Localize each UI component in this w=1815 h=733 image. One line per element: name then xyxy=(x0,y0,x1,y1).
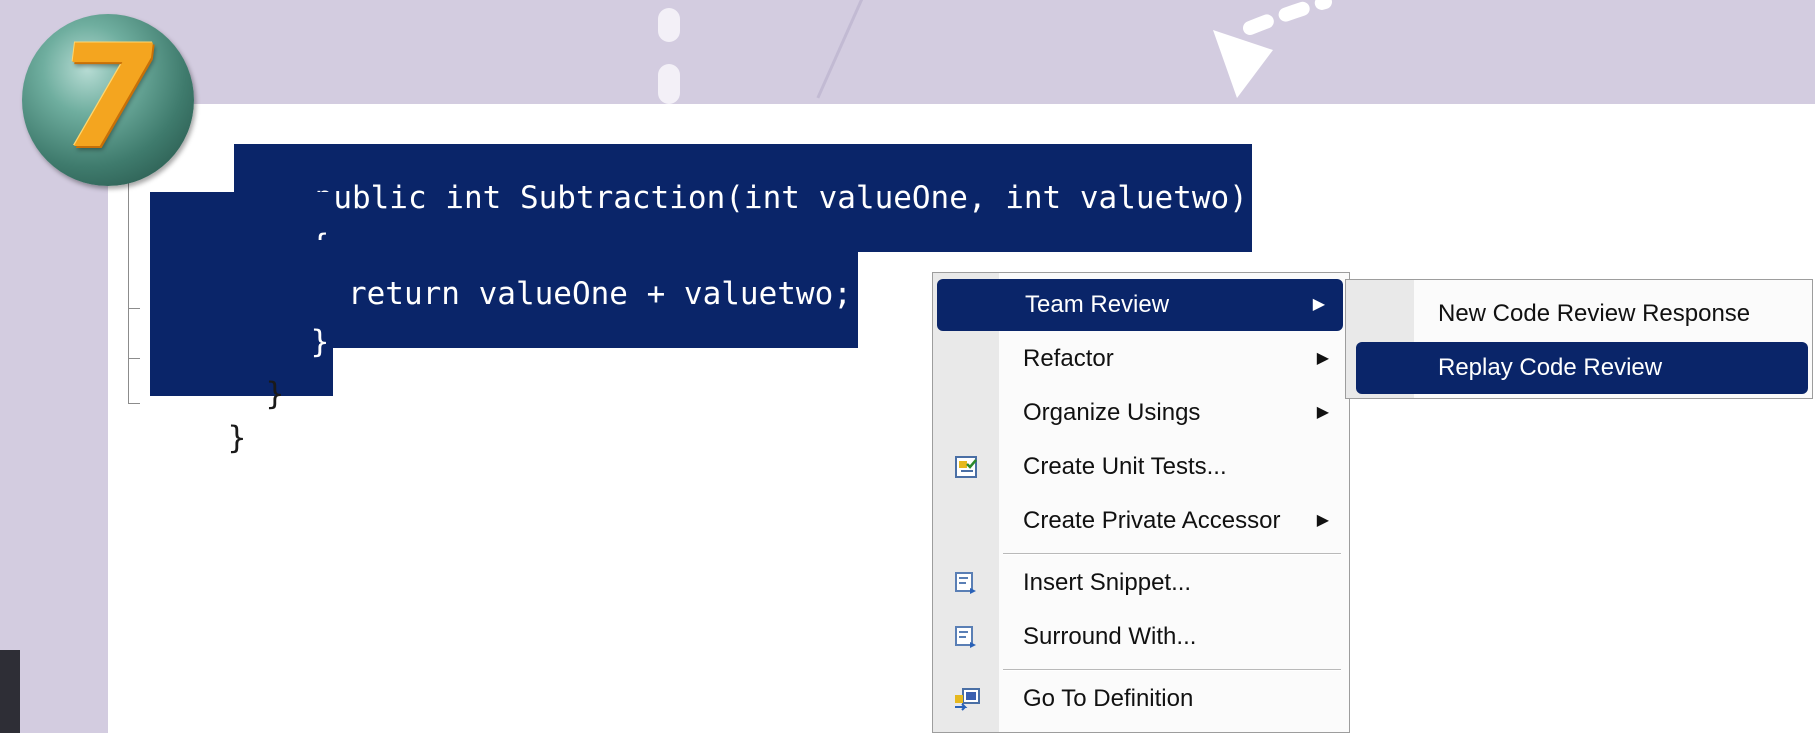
context-menu: Team Review ▶ Refactor ▶ Organize Usings… xyxy=(932,272,1350,733)
surround-with-icon xyxy=(953,625,981,649)
submenu-item-new-code-review-response[interactable]: New Code Review Response xyxy=(1350,288,1808,340)
outline-tick xyxy=(128,403,140,404)
menu-item-organize-usings[interactable]: Organize Usings ▶ xyxy=(935,387,1347,439)
menu-item-label: Insert Snippet... xyxy=(1023,569,1192,596)
menu-item-create-private-accessor[interactable]: Create Private Accessor ▶ xyxy=(935,495,1347,547)
menu-item-refactor[interactable]: Refactor ▶ xyxy=(935,333,1347,385)
step-badge: 7 xyxy=(22,14,194,186)
code-text: } xyxy=(310,324,330,360)
unit-test-icon xyxy=(953,455,981,479)
submenu-arrow-icon: ▶ xyxy=(1316,404,1329,421)
outline-guide xyxy=(128,174,129,404)
menu-item-label: Team Review xyxy=(1025,291,1170,318)
submenu-item-label: New Code Review Response xyxy=(1438,300,1751,327)
left-edge-strip xyxy=(0,650,20,733)
code-line-signature[interactable]: public int Subtraction(int valueOne, int… xyxy=(234,144,1252,252)
submenu-arrow-icon: ▶ xyxy=(1316,512,1329,529)
menu-item-label: Surround With... xyxy=(1023,623,1197,650)
menu-separator xyxy=(1003,669,1341,671)
menu-item-label: Create Private Accessor xyxy=(1023,507,1281,534)
code-line-namespace-close[interactable]: } xyxy=(153,384,247,492)
submenu-arrow-icon: ▶ xyxy=(1312,296,1325,313)
code-text: } xyxy=(227,420,247,456)
code-text: return valueOne + valuetwo; xyxy=(310,276,852,312)
menu-item-surround-with[interactable]: Surround With... xyxy=(935,611,1347,663)
menu-item-label: Create Unit Tests... xyxy=(1023,453,1227,480)
menu-separator xyxy=(1003,553,1341,555)
menu-item-insert-snippet[interactable]: Insert Snippet... xyxy=(935,557,1347,609)
submenu-item-label: Replay Code Review xyxy=(1438,354,1663,381)
submenu-arrow-icon: ▶ xyxy=(1316,350,1329,367)
step-number: 7 xyxy=(48,15,168,180)
menu-item-team-review[interactable]: Team Review ▶ xyxy=(937,279,1343,331)
banner xyxy=(0,0,1815,105)
decorative-dashed-line xyxy=(658,0,680,104)
outline-tick xyxy=(128,308,140,309)
menu-item-create-unit-tests[interactable]: Create Unit Tests... xyxy=(935,441,1347,493)
submenu-item-replay-code-review[interactable]: Replay Code Review xyxy=(1356,342,1808,394)
code-text: } xyxy=(265,376,285,412)
outline-tick xyxy=(128,358,140,359)
menu-item-label: Organize Usings xyxy=(1023,399,1201,426)
code-text: public int Subtraction(int valueOne, int… xyxy=(314,180,1248,216)
decorative-arrow-icon xyxy=(1213,0,1332,98)
menu-item-label: Go To Definition xyxy=(1023,685,1194,712)
insert-snippet-icon xyxy=(953,571,981,595)
menu-item-label: Refactor xyxy=(1023,345,1114,372)
team-review-submenu: New Code Review Response Replay Code Rev… xyxy=(1345,279,1813,399)
go-to-definition-icon xyxy=(953,687,981,711)
menu-item-go-to-definition[interactable]: Go To Definition xyxy=(935,673,1347,725)
